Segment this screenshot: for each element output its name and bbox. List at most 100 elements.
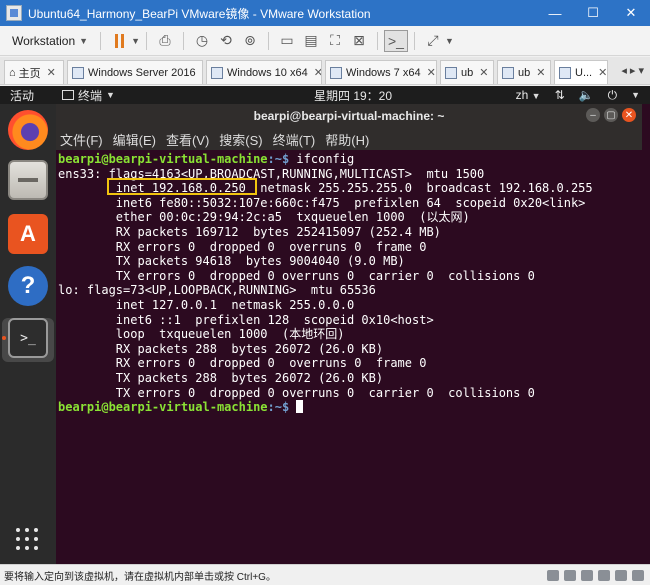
files-icon[interactable] (8, 160, 48, 200)
menu-edit[interactable]: 编辑(E) (113, 130, 156, 149)
output-line: TX errors 0 dropped 0 overruns 0 carrier… (58, 385, 535, 400)
workstation-menu[interactable]: Workstation ▼ (6, 32, 94, 50)
tab-label: Windows 7 x64 (346, 66, 421, 79)
software-center-icon[interactable]: A (8, 214, 48, 254)
fullscreen-icon[interactable]: ⛶ (323, 30, 347, 52)
device-icons (547, 569, 644, 581)
chevron-down-icon[interactable]: ▼ (631, 90, 640, 100)
clock[interactable]: 星期四 19：20 (314, 87, 392, 104)
firefox-icon[interactable] (8, 110, 48, 150)
unity-icon[interactable]: ⊠ (347, 30, 371, 52)
close-button[interactable]: ✕ (612, 0, 650, 26)
volume-icon[interactable]: 🔈 (579, 88, 594, 102)
snapshot-icon[interactable]: ◷ (190, 30, 214, 52)
toolbar-divider (413, 31, 415, 50)
menu-search[interactable]: 搜索(S) (219, 130, 262, 149)
close-icon[interactable]: ✕ (427, 66, 436, 79)
activities-button[interactable]: 活动 (10, 87, 62, 104)
maximize-button[interactable]: ☐ (574, 0, 612, 26)
tab-ubuntu-active[interactable]: U... ✕ (554, 60, 608, 84)
vm-tab-bar: ⌂ 主页 ✕ Windows Server 2016 ✕ Windows 10 … (0, 57, 650, 85)
vm-icon (559, 66, 571, 79)
menu-help[interactable]: 帮助(H) (325, 130, 369, 149)
pause-icon (114, 33, 124, 48)
revert-snapshot-icon[interactable]: ⟲ (214, 30, 238, 52)
tab-ubuntu-2[interactable]: ub ✕ (497, 60, 551, 84)
tab-label: Windows 10 x64 (227, 66, 308, 79)
output-line: RX packets 169712 bytes 252415097 (252.4… (58, 224, 441, 239)
terminal-titlebar: bearpi@bearpi-virtual-machine: ~ – ▢ ✕ (56, 104, 642, 128)
tab-windows-7[interactable]: Windows 7 x64 ✕ (325, 60, 437, 84)
terminal-output[interactable]: bearpi@bearpi-virtual-machine:~$ ifconfi… (56, 150, 642, 564)
hard-disk-icon[interactable] (547, 569, 559, 581)
sound-icon[interactable] (615, 569, 627, 581)
vmware-status-bar: 要将输入定向到该虚拟机，请在虚拟机内部单击或按 Ctrl+G。 (0, 564, 650, 585)
show-applications-icon[interactable] (16, 528, 38, 550)
usb-icon[interactable] (598, 569, 610, 581)
send-ctrl-alt-del-icon[interactable]: ⎙ (153, 30, 177, 52)
stretch-guest-icon[interactable]: ⤢ (421, 30, 445, 52)
menu-view[interactable]: 查看(V) (166, 130, 209, 149)
text-cursor (296, 400, 304, 414)
close-icon[interactable]: ✕ (536, 66, 545, 79)
pause-dropdown-icon[interactable]: ▼ (131, 36, 140, 46)
stretch-dropdown-icon[interactable]: ▼ (445, 36, 454, 46)
vm-icon (330, 66, 342, 79)
close-icon[interactable]: ✕ (598, 66, 607, 79)
workstation-menu-label: Workstation (12, 33, 76, 48)
minimize-icon[interactable]: – (586, 108, 600, 122)
tab-windows-server-2016[interactable]: Windows Server 2016 ✕ (67, 60, 203, 84)
close-icon[interactable]: ✕ (479, 66, 488, 79)
minimize-button[interactable]: — (536, 0, 574, 26)
ubuntu-topbar: 活动 终端 ▼ 星期四 19：20 zh ▼ ⇅ 🔈 ⏻ ▼ (0, 86, 650, 104)
cd-drive-icon[interactable] (564, 569, 576, 581)
running-indicator (2, 336, 6, 340)
tab-label: U... (575, 66, 593, 79)
maximize-icon[interactable]: ▢ (604, 108, 618, 122)
menu-file[interactable]: 文件(F) (60, 130, 103, 149)
close-icon[interactable]: ✕ (314, 66, 321, 79)
prompt-user: bearpi@bearpi-virtual-machine (58, 152, 268, 166)
chevron-down-icon: ▼ (79, 35, 89, 46)
tab-label: ub (518, 66, 531, 79)
app-menu-label: 终端 (78, 88, 103, 103)
close-icon[interactable]: ✕ (202, 66, 203, 79)
output-line: RX packets 288 bytes 26072 (26.0 KB) (58, 341, 384, 356)
tab-windows-10[interactable]: Windows 10 x64 ✕ (206, 60, 322, 84)
input-method[interactable]: zh ▼ (516, 88, 541, 102)
terminal-title: bearpi@bearpi-virtual-machine: ~ (253, 109, 445, 123)
system-tray: zh ▼ ⇅ 🔈 ⏻ ▼ (516, 88, 640, 103)
vm-icon (211, 66, 223, 79)
console-view-icon[interactable]: >_ (383, 29, 408, 52)
vmware-toolbar: Workstation ▼ ▼ ⎙ ◷ ⟲ ⊚ ▭ ▤ ⛶ ⊠ >_ ⤢ ▼ (0, 26, 650, 56)
vm-icon (72, 66, 84, 79)
toolbar-divider (182, 31, 184, 50)
window-title: Ubuntu64_Harmony_BearPi VMware镜像 - VMwar… (28, 6, 371, 21)
vmware-app-icon (6, 5, 22, 21)
tab-overflow-icon[interactable]: ◂ ▸ ▾ (621, 64, 644, 77)
output-line: inet6 ::1 prefixlen 128 scopeid 0x10<hos… (58, 312, 434, 327)
output-line: TX errors 0 dropped 0 overruns 0 carrier… (58, 268, 535, 283)
app-menu[interactable]: 终端 ▼ (62, 87, 115, 104)
output-line: RX errors 0 dropped 0 overruns 0 frame 0 (58, 356, 427, 371)
output-line: lo: flags=73<UP,LOOPBACK,RUNNING> mtu 65… (58, 283, 376, 298)
snapshot-manager-icon[interactable]: ⊚ (238, 30, 262, 52)
power-icon[interactable]: ⏻ (608, 88, 618, 103)
menu-terminal[interactable]: 终端(T) (273, 130, 316, 149)
thumbnail-view-icon[interactable]: ▤ (299, 30, 323, 52)
terminal-scrollbar[interactable] (642, 104, 650, 564)
sidebar-toggle-icon[interactable]: ▭ (275, 30, 299, 52)
pause-button[interactable] (107, 30, 131, 52)
network-adapter-icon[interactable] (581, 569, 593, 581)
prompt-line[interactable]: bearpi@bearpi-virtual-machine:~$ (58, 400, 640, 415)
terminal-icon[interactable]: >_ (8, 318, 48, 358)
tab-home[interactable]: ⌂ 主页 ✕ (4, 60, 64, 84)
output-line: TX packets 288 bytes 26072 (26.0 KB) (58, 370, 384, 385)
help-icon[interactable]: ? (8, 266, 48, 306)
display-icon[interactable] (632, 569, 644, 581)
close-icon[interactable]: ✕ (47, 66, 56, 79)
ubuntu-dock: A ? >_ (0, 104, 56, 564)
tab-ubuntu-1[interactable]: ub ✕ (440, 60, 494, 84)
close-icon[interactable]: ✕ (622, 108, 636, 122)
network-icon[interactable]: ⇅ (555, 88, 565, 102)
